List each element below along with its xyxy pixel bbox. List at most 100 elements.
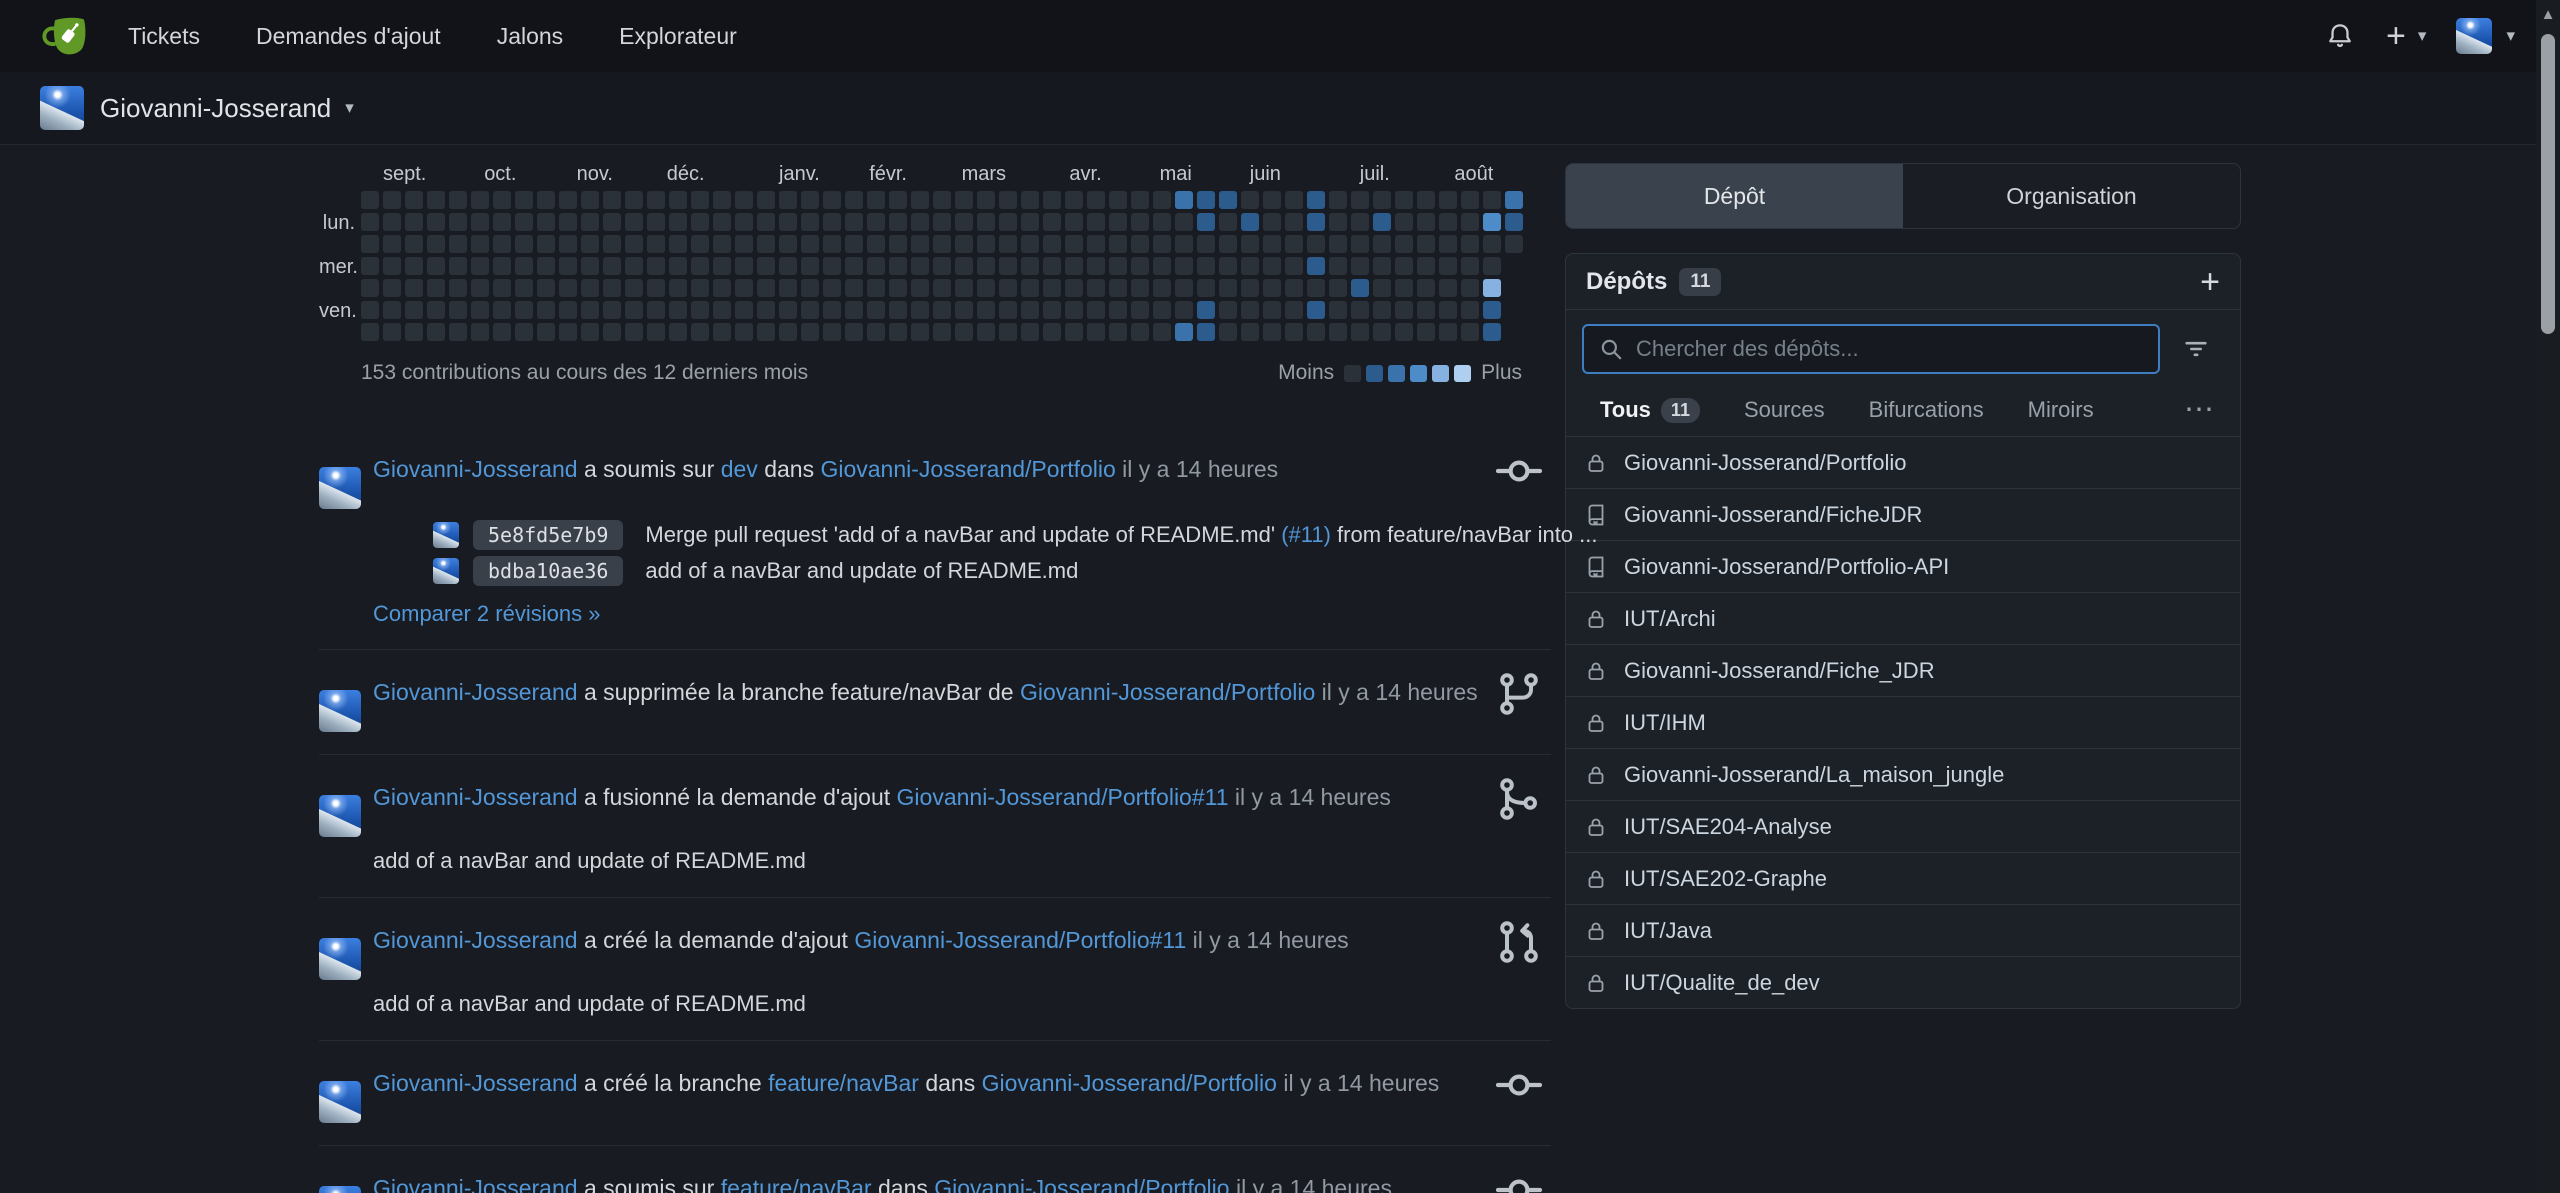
feed-link[interactable]: Giovanni-Josserand [373, 784, 578, 810]
heatmap-cell[interactable] [1439, 301, 1457, 319]
heatmap-cell[interactable] [581, 301, 599, 319]
heatmap-cell[interactable] [933, 323, 951, 341]
heatmap-cell[interactable] [1307, 279, 1325, 297]
heatmap-cell[interactable] [1483, 279, 1501, 297]
heatmap-cell[interactable] [691, 213, 709, 231]
feed-link[interactable]: feature/navBar [721, 1175, 872, 1193]
feed-link[interactable]: (#11) [1281, 522, 1331, 547]
heatmap-cell[interactable] [1505, 191, 1523, 209]
heatmap-cell[interactable] [955, 191, 973, 209]
heatmap-cell[interactable] [1417, 301, 1435, 319]
heatmap-cell[interactable] [603, 235, 621, 253]
heatmap-cell[interactable] [559, 257, 577, 275]
heatmap-cell[interactable] [1131, 235, 1149, 253]
heatmap-cell[interactable] [449, 301, 467, 319]
heatmap-cell[interactable] [581, 279, 599, 297]
repo-row[interactable]: Giovanni-Josserand/La_maison_jungle [1566, 748, 2240, 800]
heatmap-cell[interactable] [691, 257, 709, 275]
heatmap-cell[interactable] [955, 301, 973, 319]
scrollbar-thumb[interactable] [2541, 34, 2555, 334]
heatmap-cell[interactable] [1021, 257, 1039, 275]
heatmap-cell[interactable] [691, 323, 709, 341]
heatmap-cell[interactable] [471, 257, 489, 275]
heatmap-cell[interactable] [515, 279, 533, 297]
heatmap-cell[interactable] [625, 235, 643, 253]
heatmap-cell[interactable] [625, 279, 643, 297]
heatmap-cell[interactable] [647, 213, 665, 231]
heatmap-cell[interactable] [1505, 213, 1523, 231]
heatmap-cell[interactable] [427, 323, 445, 341]
heatmap-cell[interactable] [515, 191, 533, 209]
repo-row[interactable]: IUT/Archi [1566, 592, 2240, 644]
repo-row[interactable]: Giovanni-Josserand/Portfolio-API [1566, 540, 2240, 592]
heatmap-cell[interactable] [515, 213, 533, 231]
heatmap-cell[interactable] [1043, 235, 1061, 253]
heatmap-cell[interactable] [977, 301, 995, 319]
feed-link[interactable]: Giovanni-Josserand/Portfolio [982, 1070, 1277, 1096]
heatmap-cell[interactable] [1329, 191, 1347, 209]
repo-row[interactable]: IUT/SAE202-Graphe [1566, 852, 2240, 904]
heatmap-cell[interactable] [801, 191, 819, 209]
heatmap-cell[interactable] [1241, 257, 1259, 275]
heatmap-cell[interactable] [713, 323, 731, 341]
heatmap-cell[interactable] [1087, 213, 1105, 231]
heatmap-cell[interactable] [1087, 279, 1105, 297]
heatmap-cell[interactable] [625, 301, 643, 319]
heatmap-cell[interactable] [779, 257, 797, 275]
heatmap-cell[interactable] [1373, 323, 1391, 341]
heatmap-cell[interactable] [977, 191, 995, 209]
heatmap-cell[interactable] [845, 235, 863, 253]
heatmap-cell[interactable] [823, 279, 841, 297]
heatmap-cell[interactable] [1373, 257, 1391, 275]
heatmap-cell[interactable] [581, 257, 599, 275]
heatmap-cell[interactable] [581, 235, 599, 253]
heatmap-cell[interactable] [669, 323, 687, 341]
heatmap-cell[interactable] [999, 235, 1017, 253]
heatmap-cell[interactable] [427, 213, 445, 231]
feed-link[interactable]: Giovanni-Josserand/Portfolio#11 [854, 927, 1186, 953]
heatmap-cell[interactable] [1043, 257, 1061, 275]
heatmap-cell[interactable] [669, 235, 687, 253]
heatmap-cell[interactable] [779, 301, 797, 319]
heatmap-cell[interactable] [933, 279, 951, 297]
heatmap-cell[interactable] [1439, 235, 1457, 253]
feed-link[interactable]: Giovanni-Josserand [373, 1175, 578, 1193]
heatmap-cell[interactable] [1175, 213, 1193, 231]
heatmap-cell[interactable] [1241, 213, 1259, 231]
heatmap-cell[interactable] [625, 323, 643, 341]
heatmap-cell[interactable] [1109, 279, 1127, 297]
heatmap-cell[interactable] [1395, 191, 1413, 209]
heatmap-cell[interactable] [1285, 257, 1303, 275]
heatmap-cell[interactable] [1153, 257, 1171, 275]
heatmap-cell[interactable] [757, 235, 775, 253]
heatmap-cell[interactable] [1021, 235, 1039, 253]
heatmap-cell[interactable] [1285, 235, 1303, 253]
heatmap-cell[interactable] [1087, 191, 1105, 209]
heatmap-cell[interactable] [383, 235, 401, 253]
heatmap-cell[interactable] [427, 257, 445, 275]
heatmap-cell[interactable] [1021, 191, 1039, 209]
heatmap-cell[interactable] [1087, 235, 1105, 253]
heatmap-cell[interactable] [1087, 323, 1105, 341]
heatmap-cell[interactable] [1153, 213, 1171, 231]
heatmap-cell[interactable] [405, 257, 423, 275]
avatar[interactable] [433, 558, 459, 584]
heatmap-cell[interactable] [1461, 257, 1479, 275]
heatmap-cell[interactable] [713, 191, 731, 209]
heatmap-cell[interactable] [735, 235, 753, 253]
heatmap-cell[interactable] [1417, 279, 1435, 297]
heatmap-cell[interactable] [1219, 323, 1237, 341]
heatmap-cell[interactable] [361, 213, 379, 231]
heatmap-cell[interactable] [889, 213, 907, 231]
heatmap-cell[interactable] [581, 191, 599, 209]
heatmap-cell[interactable] [383, 301, 401, 319]
heatmap-cell[interactable] [1219, 257, 1237, 275]
heatmap-cell[interactable] [493, 191, 511, 209]
heatmap-cell[interactable] [1351, 257, 1369, 275]
heatmap-cell[interactable] [801, 323, 819, 341]
heatmap-cell[interactable] [1131, 257, 1149, 275]
heatmap-cell[interactable] [405, 323, 423, 341]
heatmap-cell[interactable] [581, 213, 599, 231]
heatmap-cell[interactable] [1043, 279, 1061, 297]
heatmap-cell[interactable] [1461, 235, 1479, 253]
